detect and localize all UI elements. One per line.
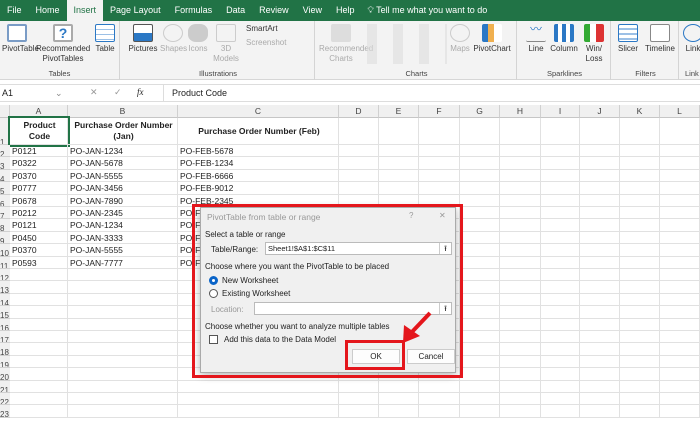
arrow-icon [403,311,432,343]
